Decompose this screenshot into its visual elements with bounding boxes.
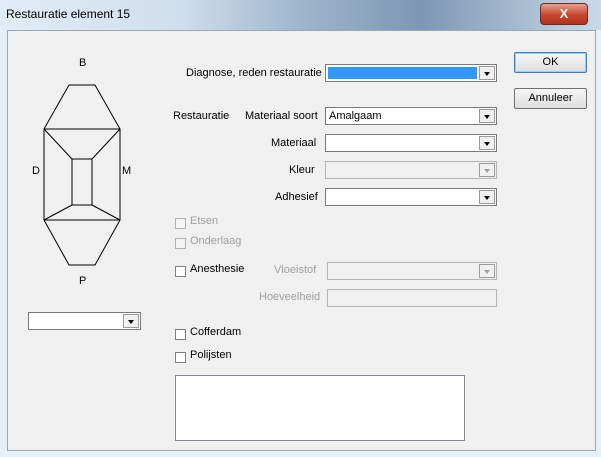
tooth-label-mesial: M xyxy=(122,165,132,177)
hoeveelheid-label: Hoeveelheid xyxy=(259,291,321,303)
tooth-label-distal: D xyxy=(32,165,40,177)
chevron-down-icon[interactable] xyxy=(479,109,495,123)
onderlaag-checkbox[interactable] xyxy=(175,238,186,249)
materiaal-soort-combo[interactable]: Amalgaam xyxy=(325,107,497,125)
tooth-label-buccal: B xyxy=(79,57,87,69)
diagnose-label: Diagnose, reden restauratie xyxy=(186,67,322,79)
materiaal-label: Materiaal xyxy=(271,137,317,149)
diagnose-combo[interactable] xyxy=(325,64,497,82)
onderlaag-label: Onderlaag xyxy=(190,235,242,247)
diagnose-selection-highlight xyxy=(328,67,477,79)
dialog-client-area: B P D M Diagnose, reden restauratie Rest… xyxy=(7,30,596,451)
annuleer-button[interactable]: Annuleer xyxy=(514,88,587,109)
kleur-label: Kleur xyxy=(289,164,315,176)
chevron-down-icon[interactable] xyxy=(479,264,495,278)
tooth-label-palatal: P xyxy=(79,275,87,287)
dialog-window: Restauratie element 15 X B P D M Diagnos… xyxy=(0,0,601,457)
window-title: Restauratie element 15 xyxy=(6,7,131,21)
hoeveelheid-field[interactable] xyxy=(327,289,497,307)
cofferdam-label: Cofferdam xyxy=(190,326,242,338)
chevron-down-icon[interactable] xyxy=(479,66,495,80)
chevron-down-icon[interactable] xyxy=(479,190,495,204)
surface-combo[interactable] xyxy=(28,312,141,330)
anesthesie-label: Anesthesie xyxy=(190,263,245,275)
vloeistof-combo[interactable] xyxy=(327,262,497,280)
chevron-down-icon[interactable] xyxy=(479,136,495,150)
anesthesie-checkbox[interactable] xyxy=(175,266,186,277)
cofferdam-checkbox[interactable] xyxy=(175,329,186,340)
polijsten-checkbox[interactable] xyxy=(175,352,186,363)
ok-button[interactable]: OK xyxy=(514,52,587,73)
close-button[interactable]: X xyxy=(540,3,588,25)
title-bar: Restauratie element 15 X xyxy=(0,0,601,30)
chevron-down-icon[interactable] xyxy=(479,163,495,177)
etsen-label: Etsen xyxy=(190,215,219,227)
materiaal-combo[interactable] xyxy=(325,134,497,152)
polijsten-label: Polijsten xyxy=(190,349,232,361)
adhesief-label: Adhesief xyxy=(275,191,318,203)
vloeistof-label: Vloeistof xyxy=(274,264,317,276)
kleur-combo[interactable] xyxy=(325,161,497,179)
adhesief-combo[interactable] xyxy=(325,188,497,206)
tooth-occlusal-surface[interactable] xyxy=(71,158,93,206)
materiaal-soort-value: Amalgaam xyxy=(329,110,382,122)
chevron-down-icon[interactable] xyxy=(123,314,139,328)
etsen-checkbox[interactable] xyxy=(175,218,186,229)
materiaal-soort-label: Materiaal soort xyxy=(245,110,318,122)
restauratie-section-label: Restauratie xyxy=(173,110,230,122)
tooth-surface-diagram[interactable] xyxy=(42,84,122,266)
notes-textarea[interactable] xyxy=(175,375,465,441)
